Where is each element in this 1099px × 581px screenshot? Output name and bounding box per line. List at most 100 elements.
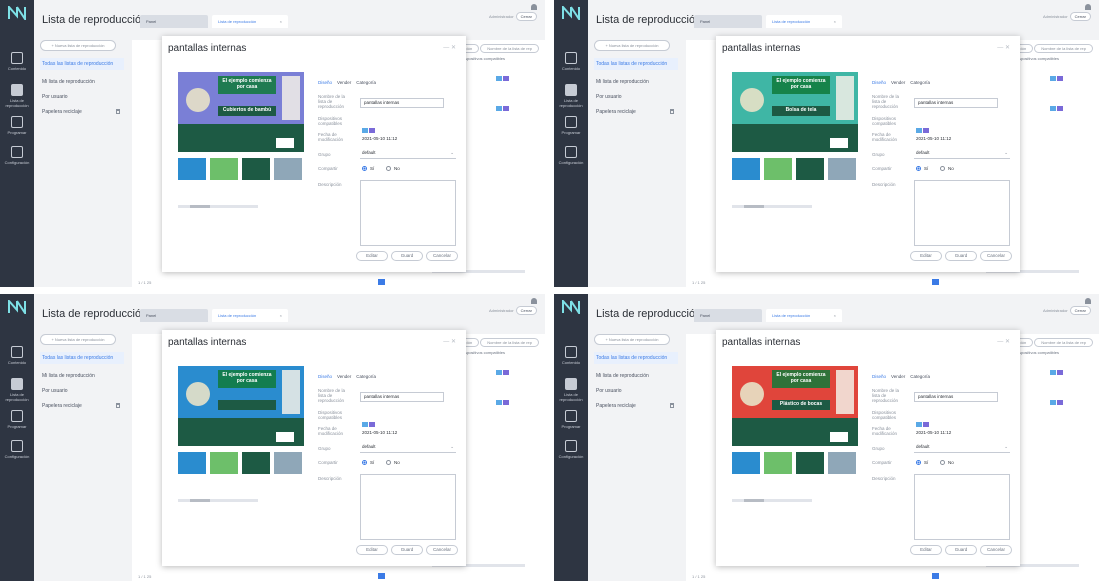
rail-item-playlist[interactable]: Lista de reproducción	[554, 378, 588, 402]
minimize-icon[interactable]: —	[997, 45, 1003, 51]
search-input[interactable]: Nombre de la lista de rep	[480, 338, 539, 347]
rail-item-content[interactable]: Contenido	[554, 346, 588, 365]
sidebar-item-trash[interactable]: Papelera reciclaje	[594, 403, 678, 409]
table-row[interactable]	[1050, 68, 1064, 86]
thumbnail-scrollbar[interactable]	[732, 205, 812, 208]
thumbnail-scrollbar[interactable]	[732, 499, 812, 502]
share-yes-radio[interactable]: Sí	[362, 460, 374, 465]
close-icon[interactable]: ×	[280, 309, 282, 322]
page-size-select[interactable]: 25	[701, 280, 705, 285]
table-row[interactable]	[1050, 362, 1064, 380]
close-icon[interactable]: ×	[834, 15, 836, 28]
thumbnail[interactable]	[178, 452, 206, 474]
new-playlist-button[interactable]: + Nueva lista de reproducción	[40, 40, 116, 51]
tab-design[interactable]: Diseño	[872, 80, 886, 85]
edit-button[interactable]: Editar	[910, 251, 942, 261]
page-size-select[interactable]: 25	[147, 280, 151, 285]
save-button[interactable]: Guard	[945, 251, 977, 261]
close-icon[interactable]: ×	[280, 15, 282, 28]
cancel-button[interactable]: Cancelar	[980, 545, 1012, 555]
thumbnail[interactable]	[796, 452, 824, 474]
rail-item-schedule[interactable]: Programar	[554, 410, 588, 429]
tab-playlist[interactable]: Lista de reproducción ×	[212, 309, 288, 322]
thumbnail[interactable]	[828, 158, 856, 180]
description-textarea[interactable]	[914, 474, 1010, 540]
rail-item-playlist[interactable]: Lista de reproducción	[554, 84, 588, 108]
group-select[interactable]: default ⌄	[360, 443, 456, 453]
table-row[interactable]	[1050, 98, 1064, 116]
table-row[interactable]	[496, 392, 510, 410]
close-icon[interactable]: ✕	[1005, 339, 1010, 345]
share-no-radio[interactable]: No	[940, 460, 954, 465]
description-textarea[interactable]	[360, 474, 456, 540]
close-icon[interactable]: ✕	[451, 339, 456, 345]
tab-panel[interactable]: Panel	[140, 15, 208, 28]
current-page-button[interactable]	[932, 279, 939, 285]
description-textarea[interactable]	[360, 180, 456, 246]
name-input[interactable]: pantallas internas	[914, 392, 998, 402]
tab-sell[interactable]: Vender	[891, 80, 905, 85]
tab-panel[interactable]: Panel	[694, 309, 762, 322]
scrollbar-thumb[interactable]	[190, 205, 210, 208]
rail-item-schedule[interactable]: Programar	[0, 410, 34, 429]
current-page-button[interactable]	[378, 279, 385, 285]
table-row[interactable]	[496, 362, 510, 380]
rail-item-content[interactable]: Contenido	[0, 346, 34, 365]
thumbnail[interactable]	[242, 452, 270, 474]
save-button[interactable]: Guard	[945, 545, 977, 555]
sidebar-item-all[interactable]: Todas las listas de reproducción	[40, 58, 124, 70]
page-size-select[interactable]: 25	[147, 574, 151, 579]
logout-button[interactable]: Cerrar	[1069, 306, 1091, 315]
table-row[interactable]	[1050, 392, 1064, 410]
current-page-button[interactable]	[378, 573, 385, 579]
group-select[interactable]: default ⌄	[360, 149, 456, 159]
minimize-icon[interactable]: —	[443, 339, 449, 345]
sidebar-item-trash[interactable]: Papelera reciclaje	[594, 109, 678, 115]
description-textarea[interactable]	[914, 180, 1010, 246]
tab-playlist[interactable]: Lista de reproducción ×	[766, 15, 842, 28]
rail-item-settings[interactable]: Configuración	[0, 440, 34, 459]
sidebar-item-mine[interactable]: Mi lista de reproducción	[40, 373, 124, 379]
thumbnail[interactable]	[732, 158, 760, 180]
rail-item-playlist[interactable]: Lista de reproducción	[0, 378, 34, 402]
sidebar-item-by-user[interactable]: Por usuario	[40, 388, 124, 394]
new-playlist-button[interactable]: + Nueva lista de reproducción	[40, 334, 116, 345]
rail-item-schedule[interactable]: Programar	[554, 116, 588, 135]
scrollbar-thumb[interactable]	[744, 499, 764, 502]
scrollbar-thumb[interactable]	[744, 205, 764, 208]
save-button[interactable]: Guard	[391, 251, 423, 261]
thumbnail[interactable]	[210, 452, 238, 474]
logout-button[interactable]: Cerrar	[1069, 12, 1091, 21]
logout-button[interactable]: Cerrar	[515, 306, 537, 315]
name-input[interactable]: pantallas internas	[360, 98, 444, 108]
thumbnail-scrollbar[interactable]	[178, 499, 258, 502]
search-input[interactable]: Nombre de la lista de rep	[1034, 44, 1093, 53]
close-icon[interactable]: ✕	[451, 45, 456, 51]
sidebar-item-all[interactable]: Todas las listas de reproducción	[594, 58, 678, 70]
share-no-radio[interactable]: No	[940, 166, 954, 171]
table-row[interactable]	[496, 68, 510, 86]
page-size-select[interactable]: 25	[701, 574, 705, 579]
rail-item-settings[interactable]: Configuración	[554, 146, 588, 165]
scrollbar-thumb[interactable]	[190, 499, 210, 502]
thumbnail[interactable]	[828, 452, 856, 474]
tab-design[interactable]: Diseño	[318, 80, 332, 85]
table-row[interactable]	[496, 98, 510, 116]
thumbnail[interactable]	[274, 452, 302, 474]
tab-sell[interactable]: Vender	[891, 374, 905, 379]
new-playlist-button[interactable]: + Nueva lista de reproducción	[594, 40, 670, 51]
share-no-radio[interactable]: No	[386, 166, 400, 171]
search-input[interactable]: Nombre de la lista de rep	[480, 44, 539, 53]
rail-item-schedule[interactable]: Programar	[0, 116, 34, 135]
current-page-button[interactable]	[932, 573, 939, 579]
cancel-button[interactable]: Cancelar	[426, 545, 458, 555]
rail-item-content[interactable]: Contenido	[554, 52, 588, 71]
sidebar-item-trash[interactable]: Papelera reciclaje	[40, 403, 124, 409]
group-select[interactable]: default ⌄	[914, 149, 1010, 159]
name-input[interactable]: pantallas internas	[914, 98, 998, 108]
rail-item-settings[interactable]: Configuración	[0, 146, 34, 165]
sidebar-item-all[interactable]: Todas las listas de reproducción	[594, 352, 678, 364]
thumbnail[interactable]	[178, 158, 206, 180]
sidebar-item-trash[interactable]: Papelera reciclaje	[40, 109, 124, 115]
tab-category[interactable]: Categoría	[910, 80, 930, 85]
